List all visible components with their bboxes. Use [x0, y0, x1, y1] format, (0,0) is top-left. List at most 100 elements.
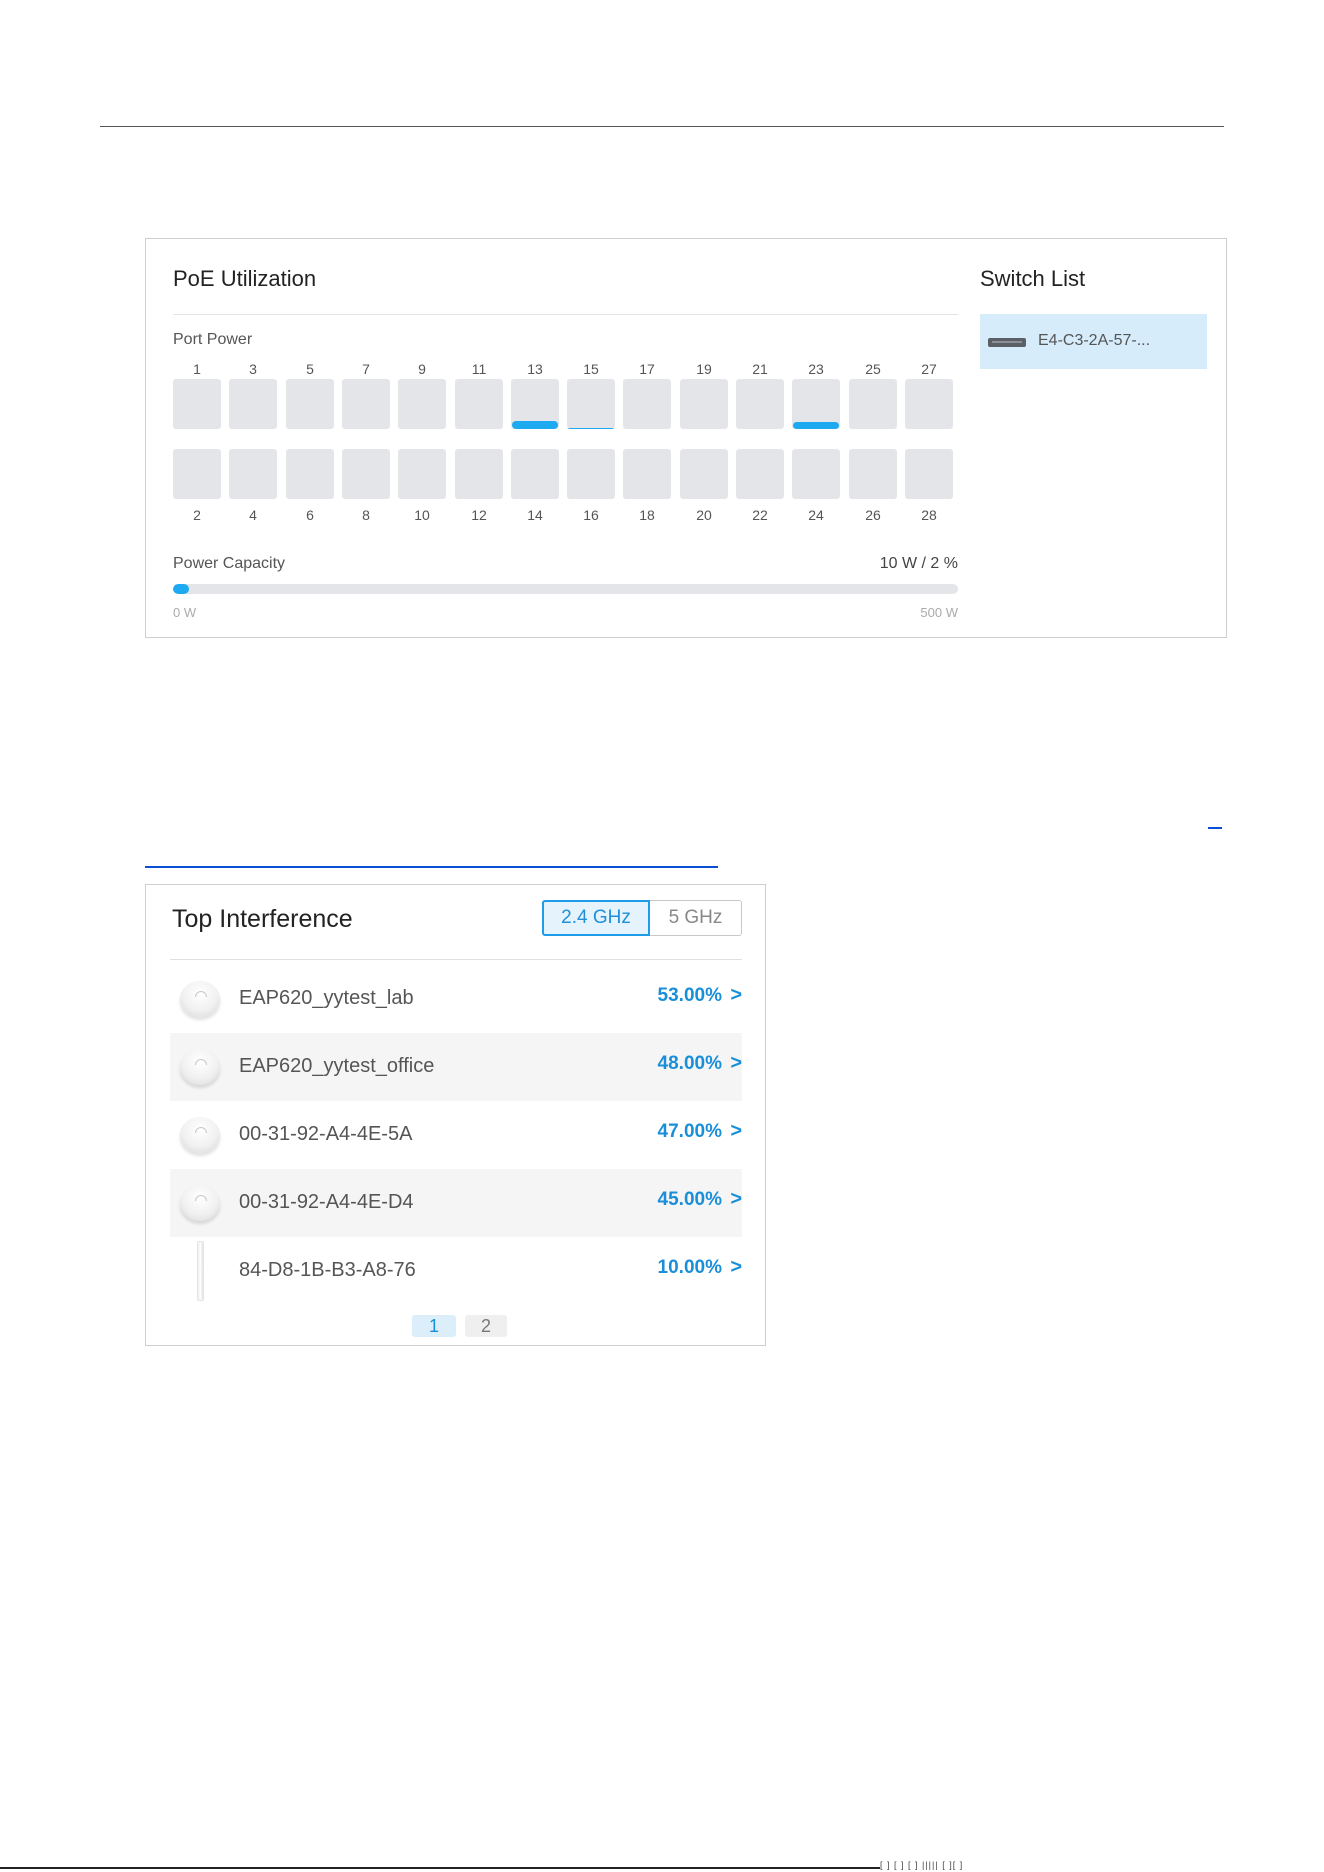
port-number: 6	[306, 507, 314, 523]
port-26[interactable]	[849, 449, 897, 499]
port-28[interactable]	[905, 449, 953, 499]
port-3[interactable]	[229, 379, 277, 429]
port-17[interactable]	[623, 379, 671, 429]
port-11[interactable]	[455, 379, 503, 429]
power-capacity-value: 10 W / 2 %	[879, 555, 958, 572]
port-27[interactable]	[905, 379, 953, 429]
interference-row[interactable]: EAP620_yytest_lab 53.00% >	[170, 965, 742, 1033]
port-5[interactable]	[286, 379, 334, 429]
port-number: 2	[193, 507, 201, 523]
port-23[interactable]	[792, 379, 840, 429]
power-capacity-fill	[173, 584, 189, 594]
band-2-4ghz-button[interactable]: 2.4 GHz	[542, 900, 650, 936]
port-number: 4	[249, 507, 257, 523]
interference-value: 48.00%	[657, 1053, 722, 1074]
port-number: 3	[249, 361, 257, 377]
power-capacity-label: Power Capacity	[173, 555, 286, 572]
poe-separator	[173, 314, 958, 315]
switch-name: E4-C3-2A-57-...	[1038, 332, 1151, 349]
port-12[interactable]	[455, 449, 503, 499]
interference-row[interactable]: EAP620_yytest_office 48.00% >	[170, 1033, 742, 1101]
top-interference-title: Top Interference	[172, 905, 353, 933]
port-number: 27	[921, 361, 937, 377]
port-4[interactable]	[229, 449, 277, 499]
interference-value: 45.00%	[657, 1189, 722, 1210]
port-number: 17	[639, 361, 655, 377]
device-name: 84-D8-1B-B3-A8-76	[239, 1259, 416, 1281]
interference-row[interactable]: 00-31-92-A4-4E-5A 47.00% >	[170, 1101, 742, 1169]
port-15[interactable]	[567, 379, 615, 429]
port-number: 9	[418, 361, 426, 377]
port-21[interactable]	[736, 379, 784, 429]
port-number: 23	[808, 361, 824, 377]
switch-device-icon	[988, 338, 1026, 347]
port-number: 10	[414, 507, 430, 523]
port-20[interactable]	[680, 449, 728, 499]
port-16[interactable]	[567, 449, 615, 499]
page-2-button[interactable]: 2	[465, 1315, 507, 1337]
band-5ghz-button[interactable]: 5 GHz	[650, 900, 742, 936]
port-power-fill	[568, 428, 614, 429]
ceiling-ap-icon	[180, 1185, 220, 1221]
port-number: 15	[583, 361, 599, 377]
port-7[interactable]	[342, 379, 390, 429]
port-24[interactable]	[792, 449, 840, 499]
chevron-right-icon: >	[730, 984, 742, 1006]
port-2[interactable]	[173, 449, 221, 499]
interference-separator	[170, 959, 742, 960]
top-rule	[100, 126, 1224, 127]
interference-value: 47.00%	[657, 1121, 722, 1142]
port-power-fill	[793, 422, 839, 429]
port-9[interactable]	[398, 379, 446, 429]
port-1[interactable]	[173, 379, 221, 429]
port-power-fill	[512, 421, 558, 429]
port-power-label: Port Power	[173, 331, 253, 348]
port-18[interactable]	[623, 449, 671, 499]
port-number: 18	[639, 507, 655, 523]
port-number: 8	[362, 507, 370, 523]
port-13[interactable]	[511, 379, 559, 429]
port-number: 22	[752, 507, 768, 523]
port-8[interactable]	[342, 449, 390, 499]
chevron-right-icon: >	[730, 1256, 742, 1278]
ceiling-ap-icon	[180, 1049, 220, 1085]
top-interference-panel: Top Interference 2.4 GHz 5 GHz EAP620_yy…	[145, 884, 766, 1346]
device-name: 00-31-92-A4-4E-5A	[239, 1123, 413, 1145]
blue-underline	[145, 866, 718, 868]
interference-value: 53.00%	[657, 985, 722, 1006]
port-number: 20	[696, 507, 712, 523]
blue-dash-mark	[1208, 827, 1222, 829]
port-number: 7	[362, 361, 370, 377]
power-capacity-min: 0 W	[173, 605, 197, 620]
port-10[interactable]	[398, 449, 446, 499]
interference-row[interactable]: 00-31-92-A4-4E-D4 45.00% >	[170, 1169, 742, 1237]
switch-list-title: Switch List	[980, 266, 1086, 291]
power-capacity-max: 500 W	[920, 605, 958, 620]
page-1-button[interactable]: 1	[412, 1315, 456, 1337]
port-number: 25	[865, 361, 881, 377]
port-14[interactable]	[511, 449, 559, 499]
port-19[interactable]	[680, 379, 728, 429]
device-name: EAP620_yytest_office	[239, 1055, 435, 1077]
outdoor-ap-icon	[197, 1241, 204, 1301]
port-number: 24	[808, 507, 824, 523]
port-number: 19	[696, 361, 712, 377]
chevron-right-icon: >	[730, 1120, 742, 1142]
chevron-right-icon: >	[730, 1052, 742, 1074]
port-number: 12	[471, 507, 487, 523]
chevron-right-icon: >	[730, 1188, 742, 1210]
footer-glyphs: [ ] [ ] [ ] ||||| [ ][ ]	[880, 1860, 964, 1870]
port-number: 16	[583, 507, 599, 523]
ceiling-ap-icon	[180, 981, 220, 1017]
port-25[interactable]	[849, 379, 897, 429]
ceiling-ap-icon	[180, 1117, 220, 1153]
port-number: 26	[865, 507, 881, 523]
port-6[interactable]	[286, 449, 334, 499]
device-name: EAP620_yytest_lab	[239, 987, 414, 1009]
switch-list-item[interactable]: E4-C3-2A-57-...	[980, 314, 1207, 369]
band-toggle: 2.4 GHz 5 GHz	[542, 900, 742, 936]
interference-value: 10.00%	[657, 1257, 722, 1278]
interference-row[interactable]: 84-D8-1B-B3-A8-76 10.00% >	[170, 1237, 742, 1305]
port-22[interactable]	[736, 449, 784, 499]
bottom-rule	[0, 1867, 880, 1869]
